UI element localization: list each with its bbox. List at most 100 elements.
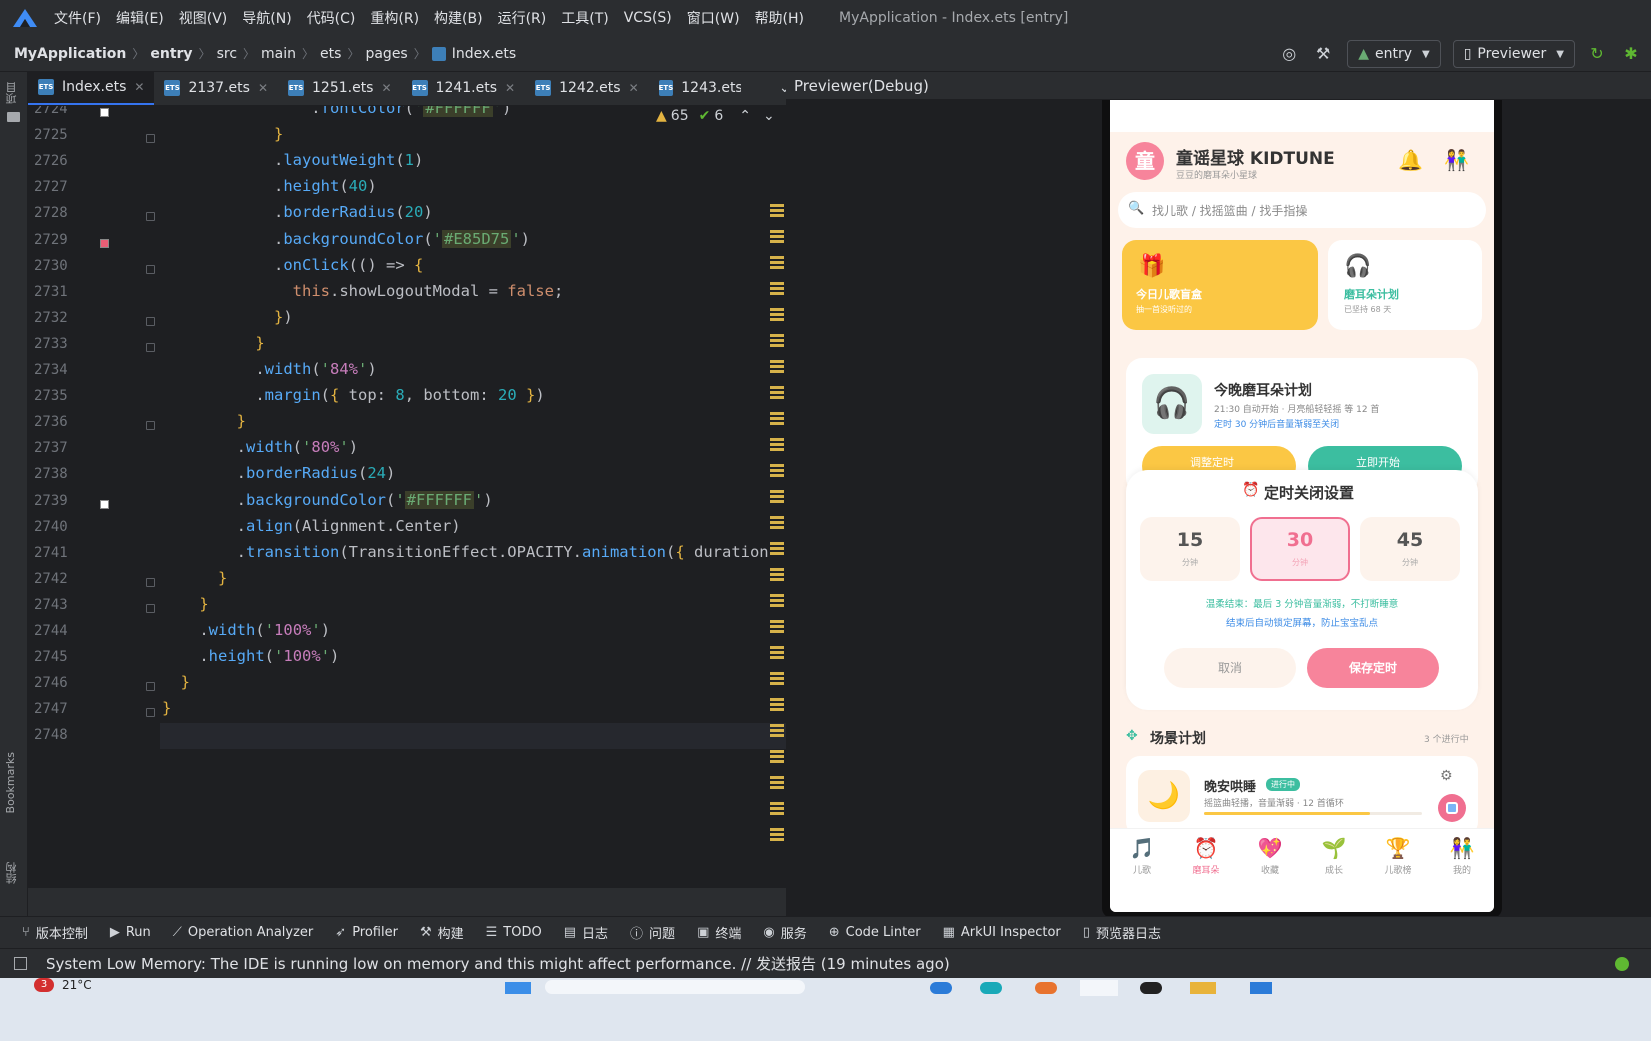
target-icon[interactable]: ◎ (1279, 44, 1299, 64)
menu-edit[interactable]: 编辑(E) (116, 8, 164, 28)
warning-stripe-mark[interactable] (770, 776, 784, 779)
code-line[interactable]: } (162, 569, 227, 587)
fold-marker-icon[interactable] (146, 577, 155, 587)
timer-option-30[interactable]: 30 分钟 (1250, 517, 1350, 581)
hammer-icon[interactable]: ⚒ (1313, 44, 1333, 64)
tool-arkui-inspector[interactable]: ▦ ArkUI Inspector (943, 925, 1061, 940)
code-line[interactable]: } (162, 699, 171, 717)
nav-growth[interactable]: 🌱 成长 (1302, 835, 1366, 885)
tab-1241-ets[interactable]: ETS 1241.ets ✕ (402, 71, 526, 105)
code-line[interactable]: .fontColor(' #FFFFFF ') (162, 106, 511, 117)
avatar[interactable]: 童 (1126, 142, 1164, 180)
color-swatch-icon[interactable] (100, 108, 109, 117)
warning-stripe-mark[interactable] (770, 838, 784, 841)
status-indicator-icon[interactable] (1615, 957, 1629, 971)
nav-favorites[interactable]: 💖 收藏 (1238, 835, 1302, 885)
warning-stripe-mark[interactable] (770, 412, 784, 415)
warning-stripe-mark[interactable] (770, 833, 784, 836)
code-line[interactable]: .height(40) (162, 177, 377, 195)
warning-stripe-mark[interactable] (770, 724, 784, 727)
ear-plan-card[interactable]: 🎧 磨耳朵计划 已坚持 68 天 (1328, 240, 1482, 330)
code-line[interactable]: }) (162, 308, 293, 326)
code-line[interactable]: .width('80%') (162, 438, 358, 456)
chevron-down-icon[interactable]: ⌄ (763, 108, 775, 124)
app-screen[interactable]: 童 童谣星球 KIDTUNE 豆豆的磨耳朵小星球 🔔 👫 🔍 找儿歌 / 找摇篮… (1110, 100, 1494, 912)
project-tool-button[interactable]: 项目 (4, 82, 20, 104)
app-icon[interactable] (980, 982, 1002, 994)
warning-stripe-mark[interactable] (770, 308, 784, 311)
tool-previewer-log[interactable]: ▯ 预览器日志 (1083, 923, 1161, 942)
color-swatch-icon[interactable] (100, 238, 109, 248)
gear-icon[interactable]: ⚙ (1440, 768, 1453, 784)
warning-stripe-mark[interactable] (770, 318, 784, 321)
menu-code[interactable]: 代码(C) (307, 8, 356, 28)
code-line[interactable]: .backgroundColor(' #E85D75 ') (162, 229, 530, 248)
warning-stripe-mark[interactable] (770, 256, 784, 259)
warning-stripe-mark[interactable] (770, 625, 784, 628)
tool-log[interactable]: ▤ 日志 (564, 923, 608, 942)
warning-stripe-mark[interactable] (770, 469, 784, 472)
warning-stripe-mark[interactable] (770, 230, 784, 233)
warning-stripe-mark[interactable] (770, 339, 784, 342)
bell-icon[interactable]: 🔔 (1398, 148, 1423, 172)
warning-stripe-mark[interactable] (770, 287, 784, 290)
tab-1243-ets[interactable]: ETS 1243.ets (649, 71, 741, 105)
menu-navigate[interactable]: 导航(N) (242, 8, 291, 28)
warning-stripe-mark[interactable] (770, 365, 784, 368)
warning-stripe-mark[interactable] (770, 344, 784, 347)
scene-card-bedtime[interactable]: 🌙 晚安哄睡 进行中 摇篮曲轻播，音量渐弱 · 12 首循环 ⚙ (1126, 756, 1478, 836)
warning-stripe-mark[interactable] (770, 802, 784, 805)
warning-stripe-mark[interactable] (770, 261, 784, 264)
family-icon[interactable]: 👫 (1444, 148, 1469, 172)
close-icon[interactable]: ✕ (134, 80, 144, 94)
fold-marker-icon[interactable] (146, 682, 155, 692)
warning-stripe-mark[interactable] (770, 422, 784, 425)
warning-stripe-mark[interactable] (770, 812, 784, 815)
warning-stripe-mark[interactable] (770, 677, 784, 680)
menu-window[interactable]: 窗口(W) (687, 8, 740, 28)
blind-box-card[interactable]: 🎁 今日儿歌盲盒 抽一首没听过的 (1122, 240, 1318, 330)
warning-stripe-mark[interactable] (770, 209, 784, 212)
code-line[interactable]: .align(Alignment.Center) (162, 517, 461, 535)
tool-code-linter[interactable]: ⊕ Code Linter (829, 925, 921, 940)
warning-stripe-mark[interactable] (770, 526, 784, 529)
close-icon[interactable]: ✕ (381, 81, 391, 95)
tool-run[interactable]: ▶ Run (110, 925, 151, 940)
warning-stripe-mark[interactable] (770, 604, 784, 607)
folder-icon[interactable] (7, 112, 20, 122)
taskbar-search[interactable] (545, 980, 805, 994)
tool-services[interactable]: ◉ 服务 (763, 923, 806, 942)
warning-stripe-mark[interactable] (770, 396, 784, 399)
warning-stripe-mark[interactable] (770, 734, 784, 737)
app-icon[interactable] (1035, 982, 1057, 994)
code-line[interactable]: .width('100%') (162, 621, 330, 639)
close-icon[interactable]: ✕ (505, 81, 515, 95)
code-line[interactable]: } (162, 125, 283, 143)
tool-terminal[interactable]: ▣ 终端 (697, 923, 741, 942)
warning-stripe-mark[interactable] (770, 807, 784, 810)
bug-icon[interactable]: ✱ (1621, 44, 1641, 64)
module-selector[interactable]: ▲ entry ▼ (1347, 40, 1441, 68)
warning-stripe-mark[interactable] (770, 490, 784, 493)
warning-stripe-mark[interactable] (770, 578, 784, 581)
warning-stripe-mark[interactable] (770, 516, 784, 519)
warning-stripe-mark[interactable] (770, 521, 784, 524)
warning-stripe-mark[interactable] (770, 599, 784, 602)
warning-stripe-mark[interactable] (770, 729, 784, 732)
code-line[interactable]: .layoutWeight(1) (162, 151, 423, 169)
warning-stripe-mark[interactable] (770, 334, 784, 337)
status-message[interactable]: System Low Memory: The IDE is running lo… (46, 953, 950, 974)
tool-operation-analyzer[interactable]: ⟋ Operation Analyzer (173, 925, 314, 940)
save-timer-button[interactable]: 保存定时 (1307, 648, 1439, 688)
warning-stripe-mark[interactable] (770, 266, 784, 269)
warning-stripe-mark[interactable] (770, 786, 784, 789)
nav-charts[interactable]: 🏆 儿歌榜 (1366, 835, 1430, 885)
cancel-button[interactable]: 取消 (1164, 648, 1296, 688)
menu-view[interactable]: 视图(V) (179, 8, 228, 28)
start-icon[interactable] (505, 982, 531, 994)
device-selector[interactable]: ▯ Previewer ▼ (1452, 40, 1575, 68)
warning-stripe-mark[interactable] (770, 443, 784, 446)
code-line[interactable]: this.showLogoutModal = false; (162, 282, 564, 300)
warning-stripe-mark[interactable] (770, 214, 784, 217)
tool-todo[interactable]: ☰ TODO (486, 925, 542, 940)
